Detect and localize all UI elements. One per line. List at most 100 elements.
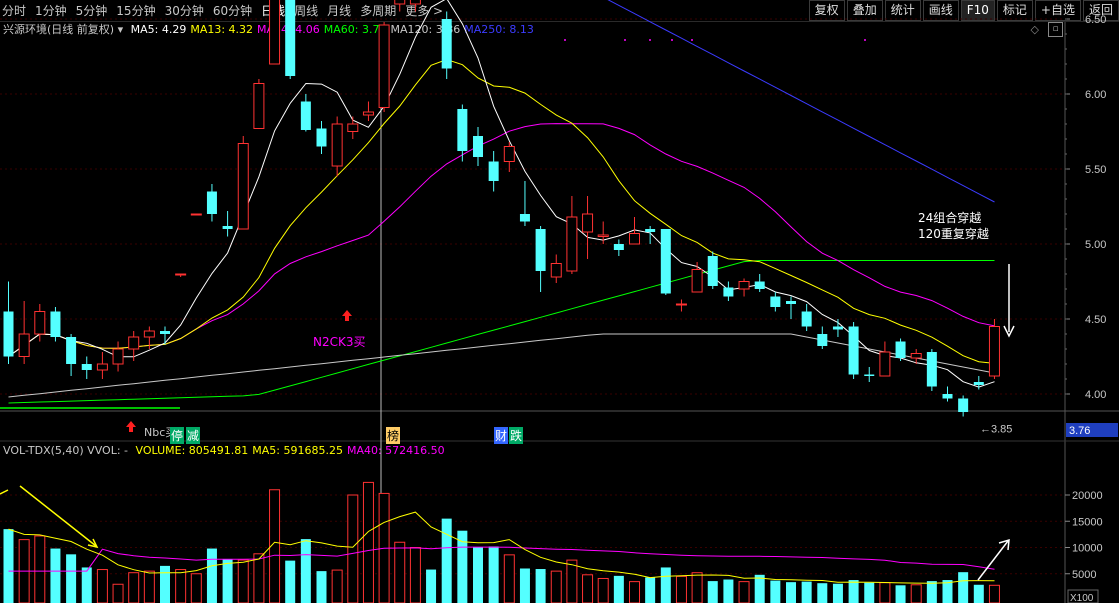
candle-up: [96, 363, 108, 371]
vol-bar-down: [488, 546, 499, 603]
vol-bar-up: [112, 583, 124, 603]
vol-bar-up: [128, 572, 140, 603]
candle-down: [832, 326, 843, 330]
candle-down: [973, 382, 984, 385]
candle-up: [597, 234, 609, 237]
candle-down: [535, 229, 546, 271]
vol-bar-up: [582, 574, 594, 603]
candle-down: [770, 296, 781, 307]
vol-tick-label: 10000: [1072, 543, 1103, 555]
candle-up: [175, 273, 187, 276]
buy-arrow-icon: [126, 421, 136, 432]
candle-up: [988, 326, 1000, 377]
candle-up: [566, 216, 578, 272]
vol-bar-up: [362, 481, 374, 603]
n2ck3-label: N2CK3买: [313, 335, 366, 349]
candle-up: [691, 269, 703, 293]
candle-down: [754, 281, 765, 289]
candle-up: [910, 353, 922, 359]
vol-bar-up: [190, 573, 202, 603]
vol-bar-down: [300, 539, 311, 603]
vol-bar-down: [786, 582, 796, 603]
vol-bar-down: [754, 574, 765, 603]
candle-up: [378, 24, 390, 108]
candle-up: [582, 213, 594, 233]
vol-bar-down: [473, 547, 483, 603]
vol-bar-down: [973, 584, 984, 603]
candle-down: [660, 229, 671, 294]
vol-bar-down: [3, 529, 14, 603]
vol-bar-up: [175, 569, 187, 603]
candle-up: [128, 336, 140, 350]
candle-up: [331, 123, 343, 167]
vol-bar-down: [832, 583, 843, 603]
kline-chart[interactable]: 8.508.007.507.006.506.005.505.004.504.00…: [0, 0, 1119, 603]
price-tick-label: 4.00: [1085, 389, 1106, 401]
candle-down: [848, 326, 859, 375]
vol-bar-up: [691, 572, 703, 603]
candle-down: [707, 256, 718, 286]
vol-bar-up: [394, 541, 406, 603]
candle-down: [316, 128, 327, 147]
candle-down: [81, 364, 92, 370]
candle-up: [269, 0, 281, 65]
vol-bar-down: [50, 548, 61, 603]
candle-down: [958, 398, 969, 412]
vol-bar-down: [66, 554, 77, 603]
candle-down: [488, 161, 499, 181]
vol-bar-down: [613, 575, 624, 603]
candle-down: [723, 287, 734, 297]
candle-up: [253, 83, 265, 129]
vol-bar-down: [848, 580, 859, 603]
marker-dot: [864, 39, 866, 41]
vol-bar-down: [942, 580, 953, 603]
vol-tick-label: 20000: [1072, 490, 1103, 502]
signal-label-1: 24组合穿越: [918, 211, 982, 225]
price-tick-label: 4.50: [1085, 314, 1106, 326]
vol-bar-up: [96, 569, 108, 603]
signal-label-2: 120重复穿越: [918, 227, 989, 241]
vol-bar-down: [660, 567, 671, 603]
price-tick-label: 5.00: [1085, 239, 1106, 251]
candle-down: [786, 301, 796, 304]
vol-bar-up: [347, 494, 359, 603]
candle-down: [50, 311, 61, 337]
vol-bar-up: [237, 559, 249, 603]
candle-down: [300, 101, 311, 130]
vol-bar-up: [629, 581, 640, 603]
vol-bar-down: [801, 581, 812, 603]
vol-bar-up: [331, 569, 343, 603]
vol-bar-up: [253, 553, 265, 603]
vol-bar-down: [864, 582, 875, 603]
vol-bar-up: [879, 582, 891, 603]
candle-up: [394, 0, 406, 5]
candle-down: [926, 352, 937, 387]
vol-bar-down: [895, 585, 906, 603]
vol-bar-up: [143, 570, 155, 603]
vol-bar-down: [723, 579, 734, 603]
tag-finance: 财: [494, 427, 509, 444]
candle-down: [160, 331, 170, 334]
candle-down: [222, 226, 233, 229]
vol-bar-down: [926, 581, 937, 603]
candle-up: [675, 303, 687, 306]
ma120-line: [8, 333, 995, 398]
vol-bar-up: [503, 554, 515, 603]
candle-down: [942, 394, 953, 399]
vol-bar-down: [441, 518, 452, 603]
price-tick-label: 5.50: [1085, 164, 1106, 176]
ma250-line: [607, 0, 995, 203]
vol-bar-up: [910, 584, 922, 603]
vol-unit-label: X100: [1070, 593, 1094, 603]
vol-ma40-line: [8, 546, 995, 572]
tag-stop: 停: [170, 427, 185, 444]
vol-bar-up: [988, 584, 1000, 603]
marker-dot: [624, 39, 626, 41]
ma24-line: [8, 123, 995, 357]
price-tick-label: 6.50: [1085, 14, 1106, 26]
candle-down: [613, 244, 624, 250]
vol-bar-down: [160, 565, 170, 603]
vol-bar-up: [550, 570, 562, 603]
candle-down: [206, 191, 217, 214]
candle-down: [864, 374, 875, 376]
